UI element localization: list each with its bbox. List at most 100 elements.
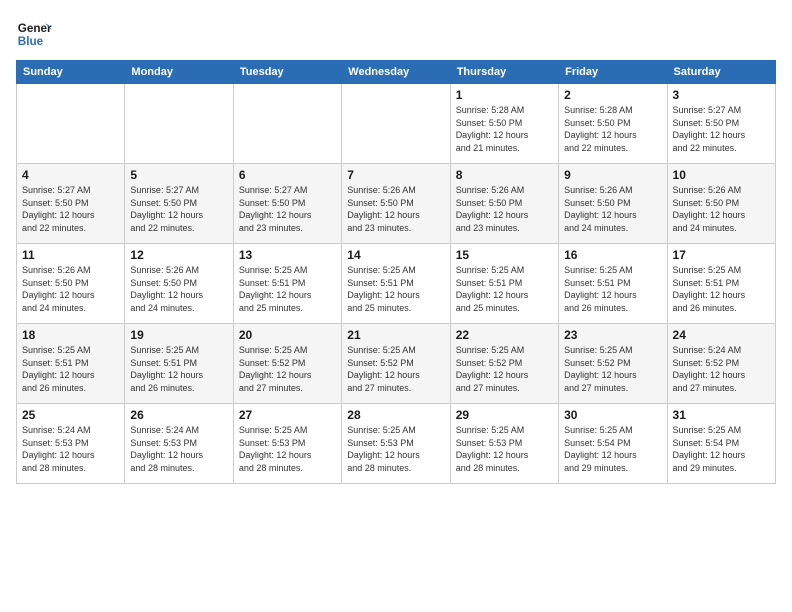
- day-info: Sunrise: 5:25 AM Sunset: 5:51 PM Dayligh…: [22, 344, 119, 394]
- day-number: 1: [456, 88, 553, 102]
- day-number: 13: [239, 248, 336, 262]
- day-info: Sunrise: 5:25 AM Sunset: 5:53 PM Dayligh…: [239, 424, 336, 474]
- day-info: Sunrise: 5:25 AM Sunset: 5:52 PM Dayligh…: [456, 344, 553, 394]
- day-info: Sunrise: 5:28 AM Sunset: 5:50 PM Dayligh…: [564, 104, 661, 154]
- day-cell: 11 Sunrise: 5:26 AM Sunset: 5:50 PM Dayli…: [17, 244, 125, 324]
- day-number: 11: [22, 248, 119, 262]
- day-info: Sunrise: 5:25 AM Sunset: 5:52 PM Dayligh…: [239, 344, 336, 394]
- day-number: 8: [456, 168, 553, 182]
- day-cell: 22 Sunrise: 5:25 AM Sunset: 5:52 PM Dayli…: [450, 324, 558, 404]
- header-tuesday: Tuesday: [233, 61, 341, 84]
- week-row-4: 25 Sunrise: 5:24 AM Sunset: 5:53 PM Dayli…: [17, 404, 776, 484]
- week-row-1: 4 Sunrise: 5:27 AM Sunset: 5:50 PM Daylig…: [17, 164, 776, 244]
- day-cell: 20 Sunrise: 5:25 AM Sunset: 5:52 PM Dayli…: [233, 324, 341, 404]
- day-number: 18: [22, 328, 119, 342]
- day-info: Sunrise: 5:26 AM Sunset: 5:50 PM Dayligh…: [22, 264, 119, 314]
- day-cell: 10 Sunrise: 5:26 AM Sunset: 5:50 PM Dayli…: [667, 164, 775, 244]
- day-number: 21: [347, 328, 444, 342]
- day-cell: 3Sunrise: 5:27 AM Sunset: 5:50 PM Daylig…: [667, 84, 775, 164]
- day-cell: 13 Sunrise: 5:25 AM Sunset: 5:51 PM Dayli…: [233, 244, 341, 324]
- day-cell: 31 Sunrise: 5:25 AM Sunset: 5:54 PM Dayli…: [667, 404, 775, 484]
- header-sunday: Sunday: [17, 61, 125, 84]
- day-info: Sunrise: 5:24 AM Sunset: 5:52 PM Dayligh…: [673, 344, 770, 394]
- day-number: 4: [22, 168, 119, 182]
- day-info: Sunrise: 5:26 AM Sunset: 5:50 PM Dayligh…: [564, 184, 661, 234]
- day-cell: 9 Sunrise: 5:26 AM Sunset: 5:50 PM Daylig…: [559, 164, 667, 244]
- day-info: Sunrise: 5:27 AM Sunset: 5:50 PM Dayligh…: [239, 184, 336, 234]
- day-info: Sunrise: 5:25 AM Sunset: 5:54 PM Dayligh…: [673, 424, 770, 474]
- calendar-table: SundayMondayTuesdayWednesdayThursdayFrid…: [16, 60, 776, 484]
- logo-icon: General Blue: [16, 16, 52, 52]
- day-cell: 17Sunrise: 5:25 AM Sunset: 5:51 PM Dayli…: [667, 244, 775, 324]
- day-cell: [342, 84, 450, 164]
- day-number: 15: [456, 248, 553, 262]
- day-info: Sunrise: 5:26 AM Sunset: 5:50 PM Dayligh…: [673, 184, 770, 234]
- day-info: Sunrise: 5:27 AM Sunset: 5:50 PM Dayligh…: [22, 184, 119, 234]
- day-cell: 12 Sunrise: 5:26 AM Sunset: 5:50 PM Dayli…: [125, 244, 233, 324]
- day-cell: 8 Sunrise: 5:26 AM Sunset: 5:50 PM Daylig…: [450, 164, 558, 244]
- header-monday: Monday: [125, 61, 233, 84]
- day-number: 30: [564, 408, 661, 422]
- day-number: 14: [347, 248, 444, 262]
- day-info: Sunrise: 5:26 AM Sunset: 5:50 PM Dayligh…: [130, 264, 227, 314]
- day-number: 12: [130, 248, 227, 262]
- header-row: SundayMondayTuesdayWednesdayThursdayFrid…: [17, 61, 776, 84]
- day-cell: 30 Sunrise: 5:25 AM Sunset: 5:54 PM Dayli…: [559, 404, 667, 484]
- day-number: 10: [673, 168, 770, 182]
- day-number: 3: [673, 88, 770, 102]
- day-cell: 7Sunrise: 5:26 AM Sunset: 5:50 PM Daylig…: [342, 164, 450, 244]
- day-cell: 28Sunrise: 5:25 AM Sunset: 5:53 PM Dayli…: [342, 404, 450, 484]
- day-cell: 19Sunrise: 5:25 AM Sunset: 5:51 PM Dayli…: [125, 324, 233, 404]
- header-thursday: Thursday: [450, 61, 558, 84]
- day-number: 22: [456, 328, 553, 342]
- day-cell: 2Sunrise: 5:28 AM Sunset: 5:50 PM Daylig…: [559, 84, 667, 164]
- header: General Blue: [16, 16, 776, 52]
- day-number: 29: [456, 408, 553, 422]
- day-info: Sunrise: 5:24 AM Sunset: 5:53 PM Dayligh…: [130, 424, 227, 474]
- day-number: 9: [564, 168, 661, 182]
- day-number: 16: [564, 248, 661, 262]
- day-info: Sunrise: 5:26 AM Sunset: 5:50 PM Dayligh…: [456, 184, 553, 234]
- header-saturday: Saturday: [667, 61, 775, 84]
- day-cell: 16 Sunrise: 5:25 AM Sunset: 5:51 PM Dayli…: [559, 244, 667, 324]
- day-number: 25: [22, 408, 119, 422]
- day-cell: 23Sunrise: 5:25 AM Sunset: 5:52 PM Dayli…: [559, 324, 667, 404]
- day-number: 5: [130, 168, 227, 182]
- day-number: 31: [673, 408, 770, 422]
- day-number: 17: [673, 248, 770, 262]
- day-info: Sunrise: 5:24 AM Sunset: 5:53 PM Dayligh…: [22, 424, 119, 474]
- svg-text:General: General: [18, 22, 52, 35]
- day-number: 24: [673, 328, 770, 342]
- day-number: 20: [239, 328, 336, 342]
- day-info: Sunrise: 5:27 AM Sunset: 5:50 PM Dayligh…: [130, 184, 227, 234]
- header-friday: Friday: [559, 61, 667, 84]
- calendar-header: SundayMondayTuesdayWednesdayThursdayFrid…: [17, 61, 776, 84]
- day-cell: [233, 84, 341, 164]
- day-info: Sunrise: 5:25 AM Sunset: 5:51 PM Dayligh…: [564, 264, 661, 314]
- svg-text:Blue: Blue: [18, 35, 44, 48]
- header-wednesday: Wednesday: [342, 61, 450, 84]
- calendar-body: 1 Sunrise: 5:28 AM Sunset: 5:50 PM Daylig…: [17, 84, 776, 484]
- day-cell: [125, 84, 233, 164]
- day-cell: 4 Sunrise: 5:27 AM Sunset: 5:50 PM Daylig…: [17, 164, 125, 244]
- logo: General Blue: [16, 16, 52, 52]
- day-info: Sunrise: 5:25 AM Sunset: 5:53 PM Dayligh…: [456, 424, 553, 474]
- day-cell: 15Sunrise: 5:25 AM Sunset: 5:51 PM Dayli…: [450, 244, 558, 324]
- day-number: 27: [239, 408, 336, 422]
- day-cell: 29 Sunrise: 5:25 AM Sunset: 5:53 PM Dayli…: [450, 404, 558, 484]
- day-cell: 26 Sunrise: 5:24 AM Sunset: 5:53 PM Dayli…: [125, 404, 233, 484]
- day-cell: 14 Sunrise: 5:25 AM Sunset: 5:51 PM Dayli…: [342, 244, 450, 324]
- day-cell: 1Sunrise: 5:28 AM Sunset: 5:50 PM Daylig…: [450, 84, 558, 164]
- day-number: 7: [347, 168, 444, 182]
- day-info: Sunrise: 5:25 AM Sunset: 5:53 PM Dayligh…: [347, 424, 444, 474]
- day-info: Sunrise: 5:25 AM Sunset: 5:51 PM Dayligh…: [347, 264, 444, 314]
- day-cell: 27 Sunrise: 5:25 AM Sunset: 5:53 PM Dayli…: [233, 404, 341, 484]
- day-number: 26: [130, 408, 227, 422]
- day-cell: 18 Sunrise: 5:25 AM Sunset: 5:51 PM Dayli…: [17, 324, 125, 404]
- day-number: 6: [239, 168, 336, 182]
- day-info: Sunrise: 5:25 AM Sunset: 5:54 PM Dayligh…: [564, 424, 661, 474]
- day-cell: 21Sunrise: 5:25 AM Sunset: 5:52 PM Dayli…: [342, 324, 450, 404]
- week-row-2: 11 Sunrise: 5:26 AM Sunset: 5:50 PM Dayli…: [17, 244, 776, 324]
- day-cell: [17, 84, 125, 164]
- day-info: Sunrise: 5:25 AM Sunset: 5:51 PM Dayligh…: [239, 264, 336, 314]
